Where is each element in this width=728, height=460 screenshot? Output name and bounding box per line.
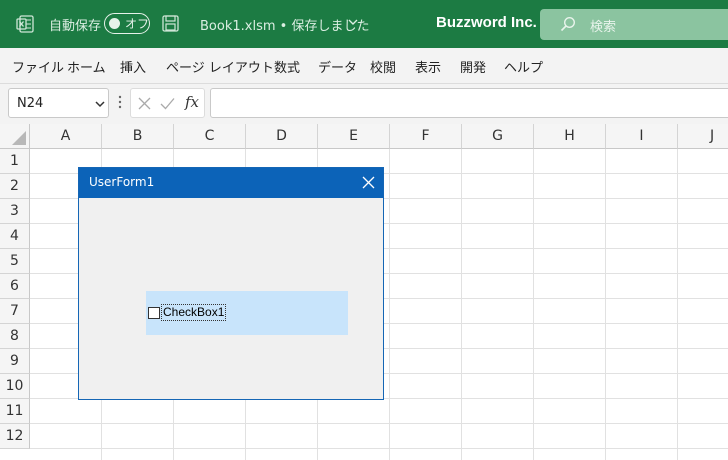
autosave-state: オフ	[125, 17, 150, 31]
userform-window[interactable]: UserForm1 CheckBox1	[78, 167, 384, 400]
close-icon[interactable]	[362, 176, 375, 189]
row-header[interactable]: 9	[0, 349, 30, 374]
search-placeholder: 検索	[590, 20, 617, 35]
column-header[interactable]: C	[174, 124, 246, 149]
checkbox-control[interactable]: CheckBox1	[146, 291, 348, 335]
gridline	[605, 149, 606, 460]
column-header[interactable]: J	[678, 124, 728, 149]
formula-bar: N24 fx	[0, 84, 728, 124]
gridline	[461, 149, 462, 460]
tab-formulas[interactable]: 数式	[274, 57, 300, 76]
select-all-triangle-icon	[12, 131, 26, 145]
row-header[interactable]: 10	[0, 374, 30, 399]
row-header[interactable]: 1	[0, 149, 30, 174]
save-icon[interactable]	[162, 15, 179, 32]
formula-input[interactable]	[210, 88, 728, 118]
gridline	[30, 423, 728, 424]
tab-insert[interactable]: 挿入	[120, 57, 146, 76]
insert-function-button[interactable]: fx	[185, 93, 199, 111]
row-header[interactable]: 2	[0, 174, 30, 199]
autosave-label: 自動保存	[49, 19, 102, 34]
title-separator: •	[279, 19, 288, 34]
gridline	[533, 149, 534, 460]
tab-help[interactable]: ヘルプ	[504, 57, 543, 76]
row-header[interactable]: 8	[0, 324, 30, 349]
userform-title-bar[interactable]: UserForm1	[79, 168, 383, 198]
checkbox-label[interactable]: CheckBox1	[160, 304, 227, 321]
row-header[interactable]: 3	[0, 199, 30, 224]
chevron-down-icon[interactable]	[348, 19, 358, 26]
cancel-icon[interactable]	[138, 97, 151, 110]
tab-home[interactable]: ホーム	[67, 57, 106, 76]
row-header[interactable]: 7	[0, 299, 30, 324]
column-header[interactable]: D	[246, 124, 318, 149]
select-all-button[interactable]	[0, 124, 30, 149]
gridline	[30, 448, 728, 449]
column-header[interactable]: E	[318, 124, 390, 149]
formula-buttons: fx	[130, 88, 205, 118]
column-header[interactable]: I	[606, 124, 678, 149]
ribbon-tabs: ファイル ホーム 挿入 ページ レイアウト 数式 データ 校閲 表示 開発 ヘル…	[0, 48, 728, 84]
row-header[interactable]: 12	[0, 424, 30, 449]
toggle-knob	[109, 17, 120, 29]
tab-review[interactable]: 校閲	[370, 57, 396, 76]
row-header[interactable]: 4	[0, 224, 30, 249]
account-name: Buzzword Inc.	[436, 14, 537, 31]
name-box-value: N24	[17, 96, 44, 111]
excel-app-icon	[16, 15, 34, 33]
chevron-down-icon[interactable]	[95, 101, 105, 108]
column-header[interactable]: A	[30, 124, 102, 149]
name-box[interactable]: N24	[8, 88, 109, 118]
tab-file[interactable]: ファイル	[12, 57, 64, 76]
more-options-icon[interactable]	[118, 95, 122, 109]
tab-developer[interactable]: 開発	[460, 57, 486, 76]
tab-data[interactable]: データ	[318, 57, 357, 76]
tab-view[interactable]: 表示	[415, 57, 441, 76]
tab-page-layout[interactable]: ページ レイアウト	[166, 57, 274, 76]
column-header[interactable]: G	[462, 124, 534, 149]
row-header[interactable]: 6	[0, 274, 30, 299]
column-header[interactable]: F	[390, 124, 462, 149]
search-icon	[560, 16, 576, 32]
userform-title: UserForm1	[89, 175, 155, 189]
column-header[interactable]: H	[534, 124, 606, 149]
row-header[interactable]: 11	[0, 399, 30, 424]
title-bar: 自動保存 オフ Book1.xlsm • 保存しました Buzzword Inc…	[0, 0, 728, 48]
gridline	[389, 149, 390, 460]
gridline	[677, 149, 678, 460]
document-title[interactable]: Book1.xlsm • 保存しました	[200, 15, 369, 34]
search-box[interactable]: 検索	[540, 9, 728, 40]
autosave-toggle[interactable]: オフ	[104, 13, 150, 34]
row-header[interactable]: 5	[0, 249, 30, 274]
checkbox-square[interactable]	[148, 307, 160, 319]
document-name: Book1.xlsm	[200, 19, 276, 34]
column-header[interactable]: B	[102, 124, 174, 149]
check-icon[interactable]	[160, 97, 175, 110]
